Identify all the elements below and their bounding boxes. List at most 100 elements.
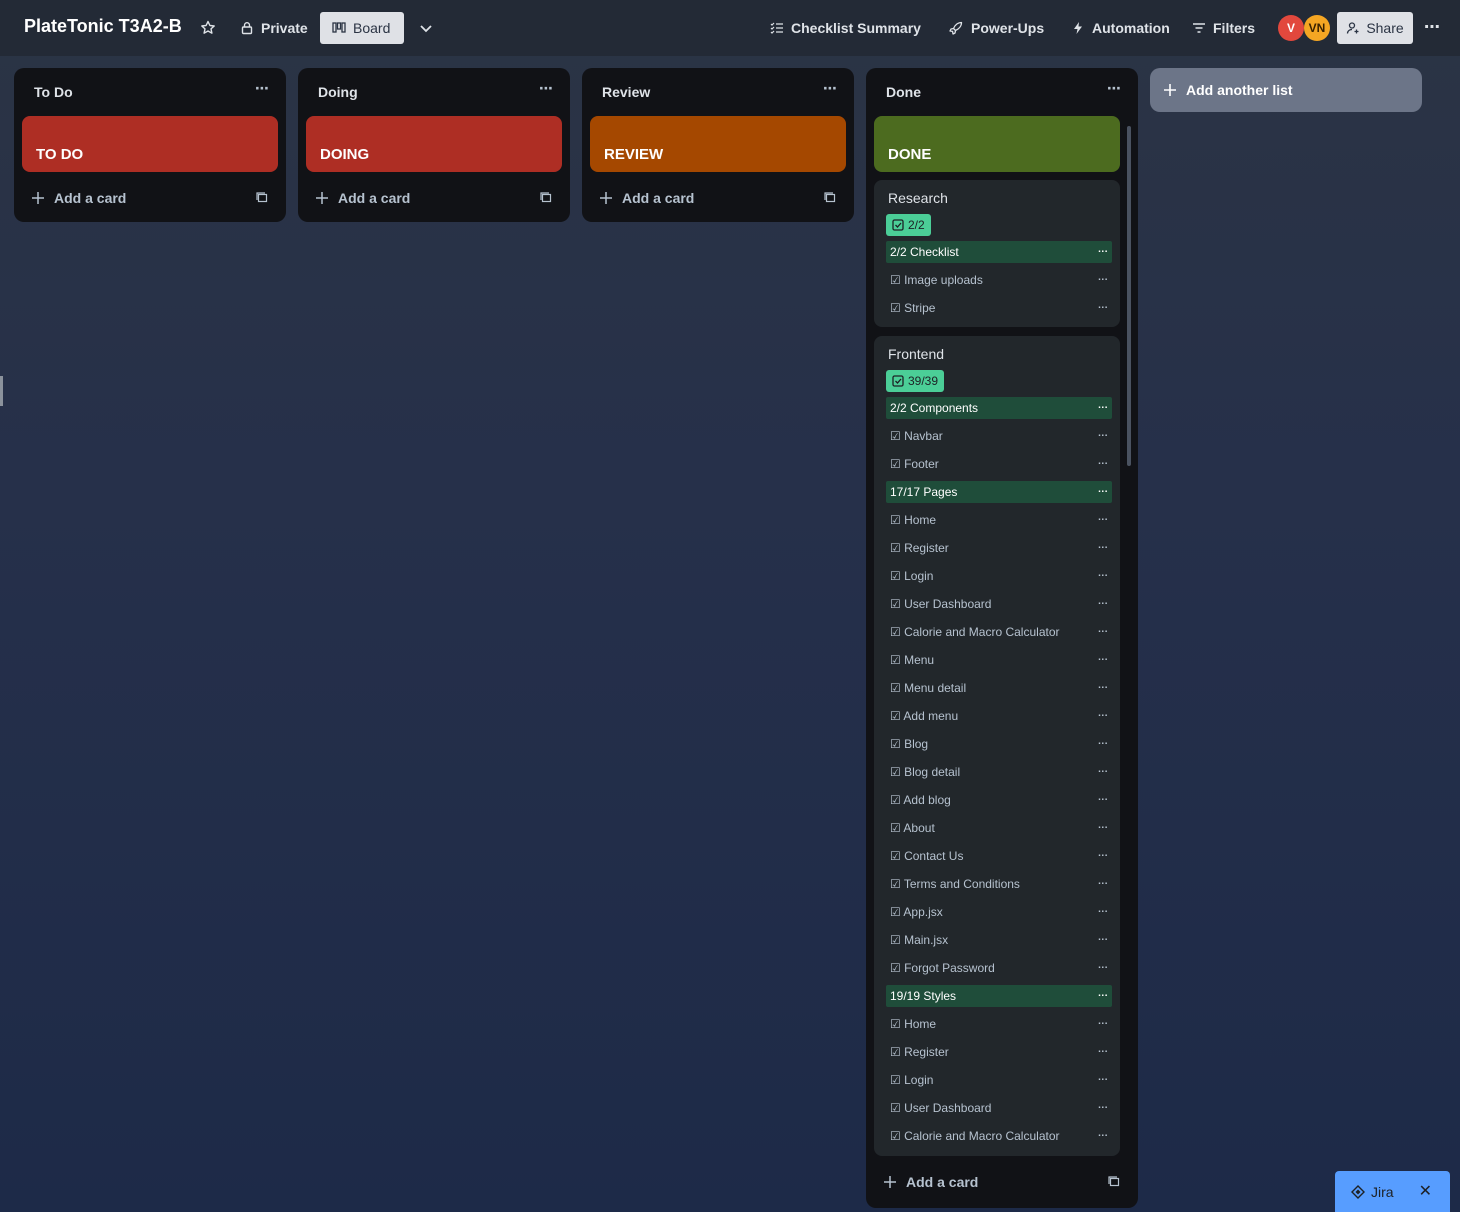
filter-icon (1193, 23, 1205, 33)
checklist-item-label: ☑ App.jsx (890, 905, 943, 919)
checklist-summary-button[interactable]: Checklist Summary (762, 12, 929, 44)
checklist-item: ☑ Add menu... (886, 705, 1112, 727)
list-menu-icon[interactable]: ⋯ (1107, 80, 1122, 97)
checklist-item-label: ☑ Main.jsx (890, 933, 949, 947)
cover-card[interactable]: REVIEW (590, 116, 846, 172)
star-button[interactable] (192, 12, 226, 44)
template-icon[interactable] (540, 192, 552, 204)
row-menu-icon[interactable]: ... (1098, 820, 1108, 831)
add-list-button[interactable]: Add another list (1150, 68, 1422, 112)
checklist-header-label: 2/2 Checklist (890, 245, 959, 259)
power-ups-button[interactable]: Power-Ups (940, 12, 1052, 44)
list-menu-icon[interactable]: ⋯ (539, 80, 554, 97)
list-title[interactable]: Done (886, 84, 921, 100)
checklist-item-label: ☑ Footer (890, 457, 939, 471)
checklist-item: ☑ Stripe ... (886, 297, 1112, 319)
row-menu-icon[interactable]: ... (1098, 848, 1108, 859)
checklist-header: 17/17 Pages... (886, 481, 1112, 503)
row-menu-icon[interactable]: ... (1098, 1072, 1108, 1083)
row-menu-icon[interactable]: ... (1098, 764, 1108, 775)
cover-card[interactable]: TO DO (22, 116, 278, 172)
row-menu-icon[interactable]: ... (1098, 272, 1108, 283)
add-card-button[interactable]: Add a card (884, 1174, 978, 1190)
add-card-button[interactable]: Add a card (600, 190, 694, 206)
add-card-button[interactable]: Add a card (316, 190, 410, 206)
row-menu-icon[interactable]: ... (1098, 484, 1108, 495)
row-menu-icon[interactable]: ... (1098, 652, 1108, 663)
row-menu-icon[interactable]: ... (1098, 540, 1108, 551)
row-menu-icon[interactable]: ... (1098, 512, 1108, 523)
checklist-item-label: ☑ Forgot Password (890, 961, 995, 975)
row-menu-icon[interactable]: ... (1098, 960, 1108, 971)
checklist-item: ☑ Home... (886, 509, 1112, 531)
row-menu-icon[interactable]: ... (1098, 1044, 1108, 1055)
row-menu-icon[interactable]: ... (1098, 300, 1108, 311)
template-icon[interactable] (1108, 1176, 1120, 1188)
card-research[interactable]: Research 2/2 2/2 Checklist ... ☑ Image u… (874, 180, 1120, 327)
row-menu-icon[interactable]: ... (1098, 792, 1108, 803)
view-switcher-button[interactable] (410, 12, 440, 44)
avatar[interactable]: V (1278, 15, 1304, 41)
visibility-button[interactable]: Private (232, 12, 316, 44)
checklist-header-label: 17/17 Pages (890, 485, 958, 499)
list-title[interactable]: To Do (34, 84, 73, 100)
checklist-badge: 2/2 (886, 214, 931, 236)
row-menu-icon[interactable]: ... (1098, 244, 1108, 255)
jira-widget[interactable]: Jira ✕ (1335, 1171, 1450, 1212)
row-menu-icon[interactable]: ... (1098, 624, 1108, 635)
row-menu-icon[interactable]: ... (1098, 876, 1108, 887)
plus-icon (32, 192, 44, 204)
card-frontend[interactable]: Frontend 39/39 2/2 Components... ☑ Navbar… (874, 336, 1120, 1156)
row-menu-icon[interactable]: ... (1098, 736, 1108, 747)
row-menu-icon[interactable]: ... (1098, 456, 1108, 467)
row-menu-icon[interactable]: ... (1098, 680, 1108, 691)
row-menu-icon[interactable]: ... (1098, 904, 1108, 915)
checklist-item: ☑ User Dashboard... (886, 1097, 1112, 1119)
close-icon[interactable]: ✕ (1419, 1181, 1432, 1201)
checklist-item: ☑ Footer... (886, 453, 1112, 475)
avatar[interactable]: VN (1304, 15, 1330, 41)
jira-icon (1351, 1184, 1365, 1199)
checklist-item: ☑ Add blog... (886, 789, 1112, 811)
list-title[interactable]: Review (602, 84, 650, 100)
checklist-item: ☑ Home... (886, 1013, 1112, 1035)
row-menu-icon[interactable]: ... (1098, 596, 1108, 607)
checklist-item-label: ☑ Login (890, 1073, 934, 1087)
template-icon[interactable] (256, 192, 268, 204)
row-menu-icon[interactable]: ... (1098, 1128, 1108, 1139)
row-menu-icon[interactable]: ... (1098, 708, 1108, 719)
checklist-header-label: 19/19 Styles (890, 989, 957, 1003)
list-menu-icon[interactable]: ⋯ (823, 80, 838, 97)
filters-button[interactable]: Filters (1184, 12, 1263, 44)
row-menu-icon[interactable]: ... (1098, 988, 1108, 999)
list-menu-icon[interactable]: ⋯ (255, 80, 270, 97)
checklist-item: ☑ Blog... (886, 733, 1112, 755)
row-menu-icon[interactable]: ... (1098, 400, 1108, 411)
template-icon[interactable] (824, 192, 836, 204)
checklist-item-label: ☑ Image uploads (890, 273, 983, 287)
automation-button[interactable]: Automation (1063, 12, 1178, 44)
row-menu-icon[interactable]: ... (1098, 568, 1108, 579)
board-title[interactable]: PlateTonic T3A2-B (24, 16, 182, 37)
cover-card[interactable]: DONE (874, 116, 1120, 172)
scrollbar-thumb[interactable] (1127, 126, 1131, 466)
list-scrollbar[interactable] (1125, 116, 1133, 1156)
row-menu-icon[interactable]: ... (1098, 1100, 1108, 1111)
add-list-label: Add another list (1186, 82, 1293, 98)
checklist-item-label: ☑ User Dashboard (890, 597, 992, 611)
checklist-item: ☑ Register... (886, 537, 1112, 559)
share-button[interactable]: Share (1337, 12, 1413, 44)
board-menu-icon[interactable]: ⋯ (1424, 17, 1441, 37)
list-todo: To Do ⋯ TO DO Add a card (14, 68, 286, 222)
row-menu-icon[interactable]: ... (1098, 428, 1108, 439)
cover-card-label: REVIEW (604, 146, 664, 163)
checklist-summary-label: Checklist Summary (791, 20, 921, 36)
add-card-button[interactable]: Add a card (32, 190, 126, 206)
cover-card[interactable]: DOING (306, 116, 562, 172)
row-menu-icon[interactable]: ... (1098, 1016, 1108, 1027)
board-view-button[interactable]: Board (320, 12, 404, 44)
checklist-item-label: ☑ Home (890, 1017, 937, 1031)
plus-icon (316, 192, 328, 204)
row-menu-icon[interactable]: ... (1098, 932, 1108, 943)
list-title[interactable]: Doing (318, 84, 358, 100)
